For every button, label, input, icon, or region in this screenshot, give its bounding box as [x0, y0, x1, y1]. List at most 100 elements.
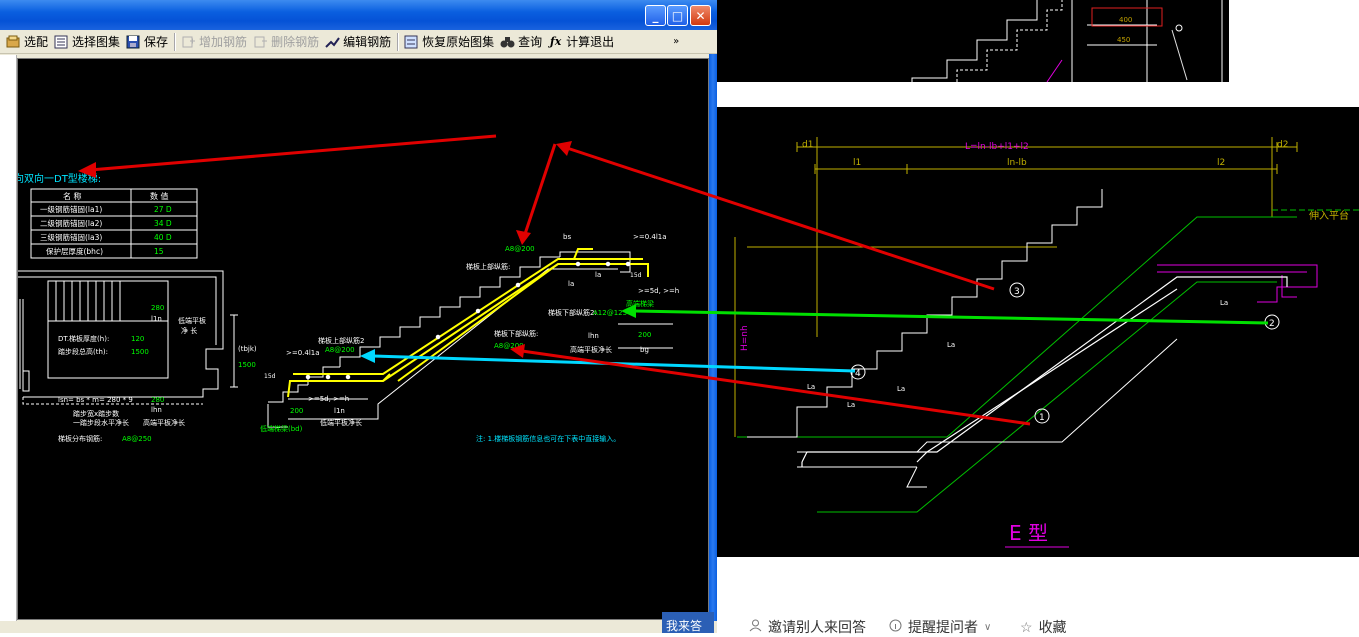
- calculate-exit-button[interactable]: ƒx 计算退出: [545, 31, 617, 53]
- save-label: 保存: [144, 35, 169, 49]
- edit-rebar-label: 编辑钢筋: [343, 35, 392, 49]
- title-bar[interactable]: [0, 0, 717, 30]
- callout-1: 1: [1039, 413, 1045, 423]
- low-span-label: 低端平板: [178, 316, 206, 325]
- top-rebar-2-label: 梯板上部纵筋2: [318, 336, 364, 345]
- bottom-rebar-value[interactable]: A8@200: [494, 342, 524, 350]
- high-beam-width[interactable]: 200: [638, 331, 651, 339]
- favorite-label: 收藏: [1038, 619, 1067, 635]
- la-label: La: [847, 401, 855, 409]
- la-label: La: [1220, 299, 1228, 307]
- restore-atlas-label: 恢复原始图集: [422, 35, 495, 49]
- l1n-label-2: l1n: [334, 407, 345, 415]
- hook-dim-high: >=5d, >=h: [638, 287, 679, 295]
- l1n-label: l1n: [151, 315, 162, 323]
- la-label: La: [947, 341, 955, 349]
- invite-answer-link[interactable]: 邀请别人来回答: [749, 617, 866, 637]
- calculate-exit-label: 计算退出: [566, 35, 615, 49]
- rebar-editor-window: _ □ ✕ 选配 选择图集 保存 增加钢筋 删除钢筋 编辑钢筋 恢复原始图集 查…: [0, 0, 717, 633]
- left-panel: [0, 55, 17, 625]
- qa-action-bar: 邀请别人来回答 提醒提问者 ∨ ☆ 收藏: [717, 605, 1359, 635]
- restore-atlas-button[interactable]: 恢复原始图集: [401, 31, 497, 53]
- remind-asker-link[interactable]: 提醒提问者 ∨: [889, 617, 991, 637]
- add-rebar-button[interactable]: 增加钢筋: [178, 31, 250, 53]
- lsn-label: lsn= bs * m= 280 * 9: [58, 396, 133, 404]
- low-end-beam-label: 低端梯梁(bd): [260, 424, 303, 433]
- restore-atlas-icon: [404, 35, 419, 49]
- stair-drawing: 向双向一DT型楼梯: 名 称 数 值 一级钢筋锚固(la1) 27 D 二级钢筋…: [14, 134, 679, 443]
- edit-rebar-button[interactable]: 编辑钢筋: [322, 31, 394, 53]
- step-height-label: 踏步段总高(th):: [58, 347, 108, 356]
- answer-tab[interactable]: 我来答: [662, 612, 714, 633]
- anchorage-dim-low: >=0.4l1a: [286, 349, 320, 357]
- choose-atlas-button[interactable]: 选择图集: [51, 31, 123, 53]
- delete-rebar-label: 删除钢筋: [271, 35, 320, 49]
- select-icon: [6, 35, 21, 49]
- table-cell[interactable]: 二级钢筋锚固(la2): [40, 218, 102, 228]
- hook-dim-low: >=5d, >=h: [308, 395, 349, 403]
- stair-rebar: [287, 248, 649, 398]
- tread-value-2[interactable]: 280: [151, 396, 164, 404]
- step-width-label: 踏步宽x踏步数: [73, 409, 119, 418]
- toolbar-separator: [174, 32, 176, 51]
- delete-rebar-icon: [253, 35, 268, 49]
- minimize-button[interactable]: _: [645, 5, 666, 26]
- favorite-link[interactable]: ☆ 收藏: [1020, 617, 1067, 637]
- toolbar-overflow-chevron[interactable]: »: [673, 36, 679, 47]
- window-frame-right: [709, 54, 717, 633]
- table-header-value: 数 值: [150, 191, 169, 201]
- add-rebar-icon: [181, 35, 196, 49]
- height-value[interactable]: 1500: [238, 361, 256, 369]
- la-label-high: la: [595, 271, 601, 279]
- query-button[interactable]: 查询: [497, 31, 545, 53]
- step-run-label: 一踏步段水平净长: [73, 418, 129, 427]
- dim-d2: d2: [1277, 140, 1288, 150]
- stair-section: [230, 251, 673, 428]
- bs-label: bs: [563, 233, 571, 241]
- annotation-arrows-left: [78, 134, 557, 245]
- low-end-span-label: 低端平板净长: [320, 418, 362, 427]
- la-label-mid: la: [568, 280, 574, 288]
- la-label: La: [807, 383, 815, 391]
- tread-value[interactable]: 280: [151, 304, 164, 312]
- maximize-button[interactable]: □: [667, 5, 688, 26]
- table-cell[interactable]: 27 D: [154, 205, 172, 214]
- cad-drawing-canvas[interactable]: 向双向一DT型楼梯: 名 称 数 值 一级钢筋锚固(la1) 27 D 二级钢筋…: [14, 58, 709, 620]
- bottom-rebar-label: 梯板下部纵筋:: [494, 329, 538, 338]
- low-beam-width[interactable]: 200: [290, 407, 303, 415]
- lhn-label-2: lhn: [588, 332, 599, 340]
- bottom-rebar-2-value[interactable]: A12@125: [593, 309, 627, 317]
- toolbar-separator: [397, 32, 399, 51]
- choose-atlas-label: 选择图集: [72, 35, 121, 49]
- reference-image-top: 400 450: [717, 0, 1229, 83]
- table-cell[interactable]: 三级钢筋锚固(la3): [40, 232, 102, 242]
- binoculars-icon: [500, 35, 515, 49]
- top-rebar-value[interactable]: A8@200: [505, 245, 535, 253]
- distribution-rebar-value[interactable]: A8@250: [122, 435, 152, 443]
- delete-rebar-button[interactable]: 删除钢筋: [250, 31, 322, 53]
- step-height-value[interactable]: 1500: [131, 348, 149, 356]
- slab-thickness-value[interactable]: 120: [131, 335, 144, 343]
- table-cell[interactable]: 一级钢筋锚固(la1): [40, 204, 102, 214]
- fx-icon: ƒx: [549, 35, 562, 48]
- distribution-rebar-label: 梯板分布钢筋:: [58, 434, 102, 443]
- callout-4: 4: [855, 369, 861, 379]
- top-rebar-label: 梯板上部纵筋:: [466, 262, 510, 271]
- reference-image-e-type: d1 d2 l1 ln-lb l2 L=ln-lb+l1+l2 H=nh 伸入平…: [717, 107, 1359, 557]
- dim-l2: l2: [1217, 158, 1225, 168]
- rebar-dots: [305, 261, 631, 380]
- bottom-rebar-2-label: 梯板下部纵筋2:: [548, 308, 597, 317]
- height-label: H=nh: [740, 325, 750, 351]
- table-cell[interactable]: 15: [154, 247, 164, 256]
- edit-rebar-icon: [325, 35, 340, 49]
- top-rebar-2-value[interactable]: A8@200: [325, 346, 355, 354]
- table-cell[interactable]: 保护层厚度(bhc): [46, 246, 103, 256]
- select-button[interactable]: 选配: [0, 31, 51, 53]
- status-strip: [0, 621, 717, 633]
- callout-2: 2: [1269, 319, 1275, 329]
- table-cell[interactable]: 40 D: [154, 233, 172, 242]
- table-cell[interactable]: 34 D: [154, 219, 172, 228]
- save-button[interactable]: 保存: [123, 31, 171, 53]
- top-label: 450: [1117, 36, 1130, 44]
- close-button[interactable]: ✕: [690, 5, 711, 26]
